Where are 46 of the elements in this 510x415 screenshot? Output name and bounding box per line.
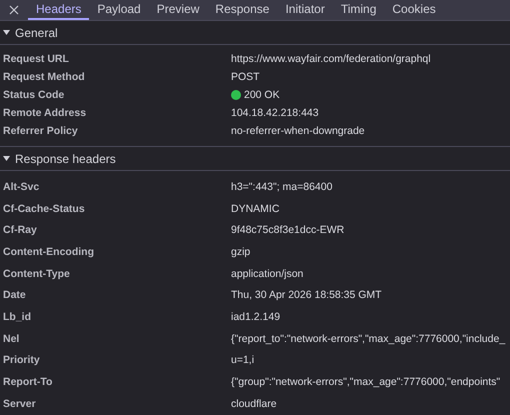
- header-name: Request Method: [2, 71, 86, 83]
- header-name: Referrer Policy: [2, 125, 79, 137]
- header-value: 104.18.42.218:443: [231, 107, 319, 119]
- header-value: no-referrer-when-downgrade: [231, 125, 365, 137]
- header-value: application/json: [231, 268, 304, 280]
- header-value: {"group":"network-errors","max_age":7776000,"endpoints": [231, 376, 500, 388]
- header-value: u=1,i: [231, 354, 254, 366]
- header-name: Status Code: [2, 89, 66, 101]
- section-title: Response headers: [15, 152, 116, 166]
- header-value: Thu, 30 Apr 2026 18:58:35 GMT: [231, 289, 382, 302]
- tab[interactable]: Response: [207, 0, 278, 20]
- tab[interactable]: Initiator: [277, 0, 333, 20]
- section-header[interactable]: General: [0, 21, 510, 45]
- header-name: Priority: [2, 354, 41, 366]
- header-value: POST: [231, 71, 260, 83]
- tab[interactable]: Headers: [28, 0, 90, 20]
- header-name: Content-Type: [2, 268, 71, 280]
- header-value: 9f48c75c8f3e1dcc-EWR: [231, 224, 344, 236]
- header-value: 200 OK: [244, 89, 280, 101]
- header-name: Content-Encoding: [2, 246, 95, 258]
- tab[interactable]: Payload: [89, 0, 149, 20]
- header-value: gzip: [231, 246, 250, 258]
- header-name: Request URL: [2, 53, 70, 65]
- header-value: {"report_to":"network-errors","max_age":7776000,"include_: [231, 332, 506, 345]
- header-value: DYNAMIC: [231, 202, 280, 215]
- section-title: General: [15, 26, 58, 40]
- collapse-triangle-icon: [3, 29, 10, 36]
- header-value: cloudflare: [231, 398, 277, 410]
- header-name: Cf-Ray: [2, 224, 38, 236]
- tab[interactable]: Cookies: [384, 0, 444, 20]
- header-name: Report-To: [2, 376, 54, 388]
- header-name: Remote Address: [2, 107, 88, 119]
- header-value: iad1.2.149: [231, 310, 280, 323]
- header-name: Nel: [2, 332, 20, 345]
- header-value: https://www.wayfair.com/federation/graphql: [231, 53, 431, 65]
- section-header[interactable]: Response headers: [0, 147, 510, 171]
- header-name: Cf-Cache-Status: [2, 202, 86, 215]
- header-value: h3=":443"; ma=86400: [231, 180, 332, 193]
- collapse-triangle-icon: [3, 155, 10, 162]
- close-icon[interactable]: [9, 5, 19, 15]
- tab[interactable]: Timing: [332, 0, 384, 20]
- header-name: Server: [2, 398, 37, 410]
- header-name: Lb_id: [2, 310, 32, 323]
- header-name: Date: [2, 289, 27, 302]
- tab[interactable]: Preview: [148, 0, 208, 20]
- header-name: Alt-Svc: [2, 180, 40, 193]
